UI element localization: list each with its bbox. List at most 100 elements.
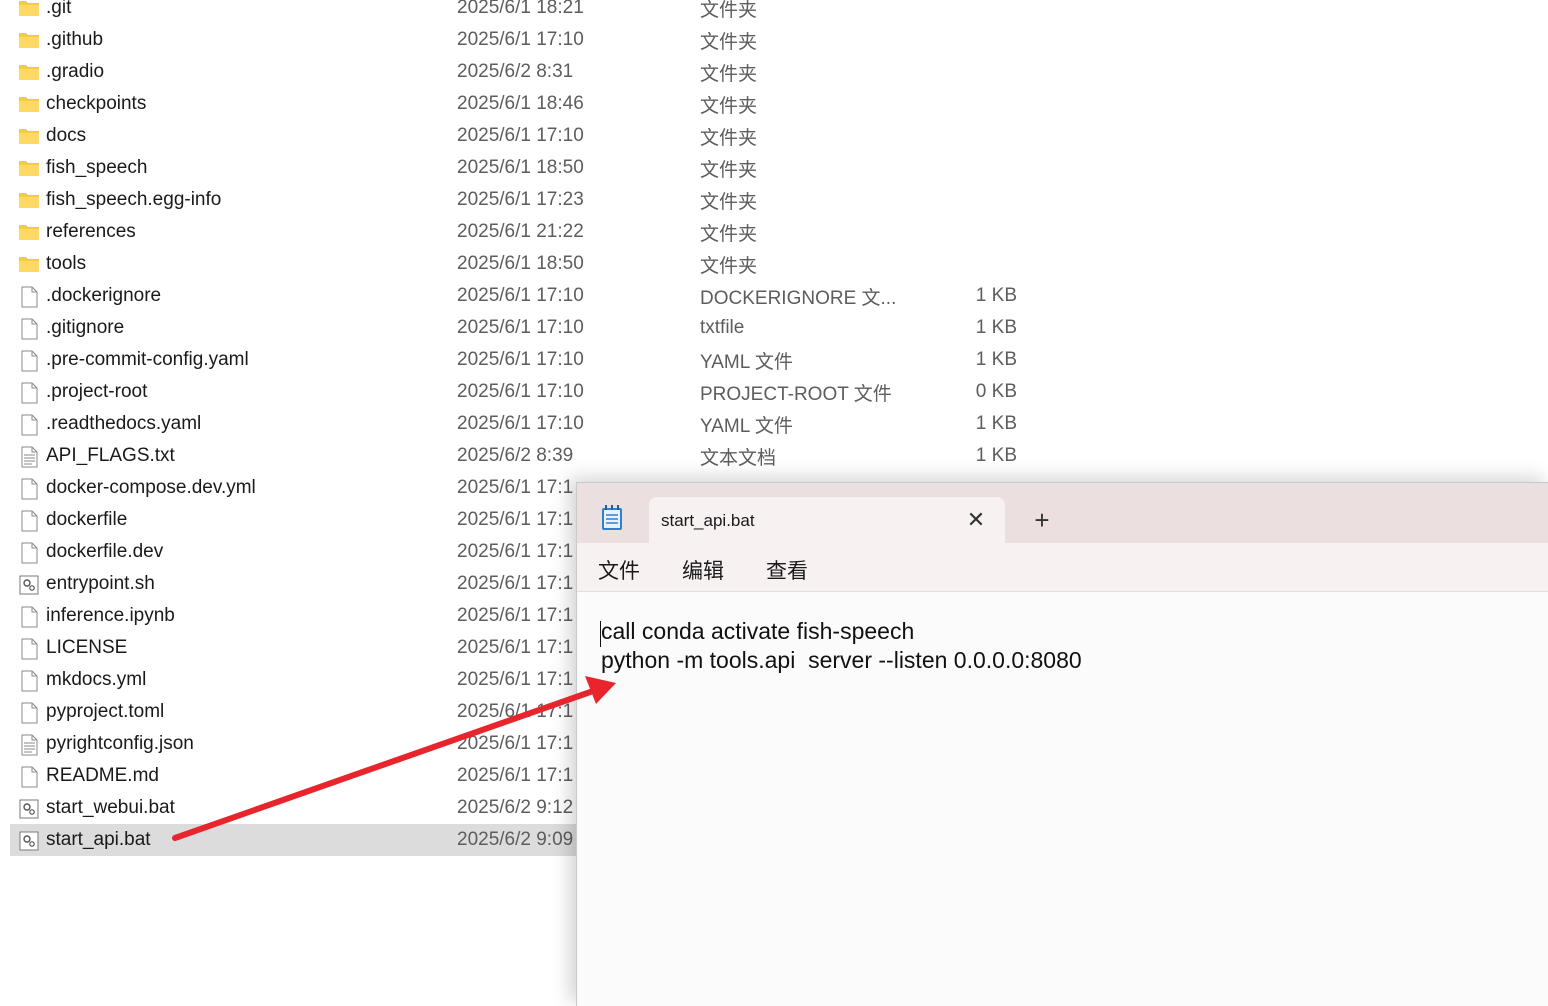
file-type: 文件夹 — [700, 95, 758, 117]
file-date-modified: 2025/6/1 18:50 — [457, 253, 584, 274]
file-date-modified: 2025/6/1 18:50 — [457, 157, 584, 178]
file-date-modified: 2025/6/1 17:1 — [457, 733, 574, 754]
tab-start-api-bat[interactable]: start_api.bat ✕ — [649, 497, 1005, 543]
file-date-modified: 2025/6/2 9:12 — [457, 797, 574, 818]
file-icon — [18, 286, 40, 308]
file-icon — [18, 542, 40, 564]
file-date-modified: 2025/6/1 17:10 — [457, 317, 584, 338]
file-size: 1 KB — [975, 317, 1017, 338]
file-date-modified: 2025/6/2 8:39 — [457, 445, 574, 466]
file-name: LICENSE — [46, 637, 128, 658]
file-name: mkdocs.yml — [46, 669, 147, 690]
file-icon — [18, 670, 40, 692]
file-name: pyproject.toml — [46, 701, 165, 722]
file-date-modified: 2025/6/1 17:10 — [457, 285, 584, 306]
file-date-modified: 2025/6/1 17:10 — [457, 29, 584, 50]
file-row[interactable]: references 2025/6/1 21:22 文件夹 — [10, 216, 1050, 248]
file-name: start_webui.bat — [46, 797, 175, 818]
menu-edit[interactable]: 编辑 — [682, 555, 724, 585]
file-row[interactable]: .project-root 2025/6/1 17:10 PROJECT-ROOT … — [10, 376, 1050, 408]
file-size: 1 KB — [975, 445, 1017, 466]
file-type: 文件夹 — [700, 191, 758, 213]
folder-icon — [18, 0, 40, 18]
folder-icon — [18, 30, 40, 50]
file-date-modified: 2025/6/1 21:22 — [457, 221, 584, 242]
file-row[interactable]: .gitignore 2025/6/1 17:10 txtfile 1 KB — [10, 312, 1050, 344]
file-icon — [18, 766, 40, 788]
file-row[interactable]: checkpoints 2025/6/1 18:46 文件夹 — [10, 88, 1050, 120]
file-date-modified: 2025/6/1 17:1 — [457, 605, 574, 626]
file-date-modified: 2025/6/1 17:1 — [457, 701, 574, 722]
file-row[interactable]: fish_speech.egg-info 2025/6/1 17:23 文件夹 — [10, 184, 1050, 216]
file-row[interactable]: tools 2025/6/1 18:50 文件夹 — [10, 248, 1050, 280]
text-file-icon — [18, 734, 40, 756]
file-name: .dockerignore — [46, 285, 162, 306]
file-type: 文件夹 — [700, 0, 758, 21]
file-row[interactable]: .gradio 2025/6/2 8:31 文件夹 — [10, 56, 1050, 88]
file-row[interactable]: .github 2025/6/1 17:10 文件夹 — [10, 24, 1050, 56]
new-tab-button[interactable]: + — [1027, 507, 1057, 537]
file-date-modified: 2025/6/2 9:09 — [457, 829, 574, 850]
file-icon — [18, 350, 40, 372]
file-row[interactable]: .dockerignore 2025/6/1 17:10 DOCKERIGNORE … — [10, 280, 1050, 312]
file-row[interactable]: API_FLAGS.txt 2025/6/2 8:39 文本文档 1 KB — [10, 440, 1050, 472]
file-name: fish_speech — [46, 157, 148, 178]
file-name: .github — [46, 29, 104, 50]
file-name: pyrightconfig.json — [46, 733, 194, 754]
file-icon — [18, 478, 40, 500]
file-date-modified: 2025/6/1 17:1 — [457, 477, 574, 498]
file-date-modified: 2025/6/1 17:23 — [457, 189, 584, 210]
tab-title: start_api.bat — [661, 511, 755, 530]
text-editor-area[interactable]: call conda activate fish-speech python -… — [577, 592, 1548, 1006]
file-row[interactable]: docs 2025/6/1 17:10 文件夹 — [10, 120, 1050, 152]
file-icon — [18, 318, 40, 340]
file-name: start_api.bat — [46, 829, 151, 850]
file-type: 文件夹 — [700, 127, 758, 149]
file-date-modified: 2025/6/1 17:1 — [457, 637, 574, 658]
notepad-titlebar[interactable]: start_api.bat ✕ + — [577, 483, 1548, 543]
folder-icon — [18, 190, 40, 210]
file-size: 1 KB — [975, 349, 1017, 370]
file-type: txtfile — [700, 317, 745, 338]
notepad-window: start_api.bat ✕ + 文件 编辑 查看 call conda ac… — [576, 482, 1548, 1006]
menu-view[interactable]: 查看 — [766, 555, 808, 585]
file-name: dockerfile.dev — [46, 541, 164, 562]
file-date-modified: 2025/6/1 17:1 — [457, 573, 574, 594]
file-date-modified: 2025/6/1 17:1 — [457, 541, 574, 562]
file-row[interactable]: .pre-commit-config.yaml 2025/6/1 17:10 YAM… — [10, 344, 1050, 376]
file-name: .pre-commit-config.yaml — [46, 349, 249, 370]
file-date-modified: 2025/6/1 17:10 — [457, 125, 584, 146]
file-name: inference.ipynb — [46, 605, 175, 626]
file-icon — [18, 510, 40, 532]
file-name: fish_speech.egg-info — [46, 189, 222, 210]
script-file-icon — [18, 574, 40, 595]
file-date-modified: 2025/6/1 17:10 — [457, 381, 584, 402]
file-type: 文件夹 — [700, 63, 758, 85]
file-row[interactable]: .git 2025/6/1 18:21 文件夹 — [10, 0, 1050, 24]
file-type: YAML 文件 — [700, 351, 793, 373]
menu-file[interactable]: 文件 — [598, 555, 640, 585]
file-name: docs — [46, 125, 87, 146]
file-date-modified: 2025/6/1 17:1 — [457, 765, 574, 786]
file-date-modified: 2025/6/1 17:10 — [457, 349, 584, 370]
file-name: .readthedocs.yaml — [46, 413, 202, 434]
folder-icon — [18, 94, 40, 114]
close-tab-button[interactable]: ✕ — [961, 505, 991, 535]
file-type: 文件夹 — [700, 255, 758, 277]
text-file-icon — [18, 446, 40, 468]
file-name: README.md — [46, 765, 159, 786]
folder-icon — [18, 158, 40, 178]
file-date-modified: 2025/6/1 17:1 — [457, 669, 574, 690]
file-icon — [18, 606, 40, 628]
editor-line-1: call conda activate fish-speech — [601, 618, 915, 644]
file-date-modified: 2025/6/1 17:1 — [457, 509, 574, 530]
file-row[interactable]: .readthedocs.yaml 2025/6/1 17:10 YAML 文件 1 … — [10, 408, 1050, 440]
script-file-icon — [18, 798, 40, 819]
file-date-modified: 2025/6/1 18:21 — [457, 0, 584, 18]
file-row[interactable]: fish_speech 2025/6/1 18:50 文件夹 — [10, 152, 1050, 184]
file-name: entrypoint.sh — [46, 573, 155, 594]
file-type: 文本文档 — [700, 447, 777, 469]
file-name: API_FLAGS.txt — [46, 445, 175, 466]
editor-line-2: python -m tools.api server --listen 0.0.… — [601, 647, 1082, 673]
file-date-modified: 2025/6/1 18:46 — [457, 93, 584, 114]
